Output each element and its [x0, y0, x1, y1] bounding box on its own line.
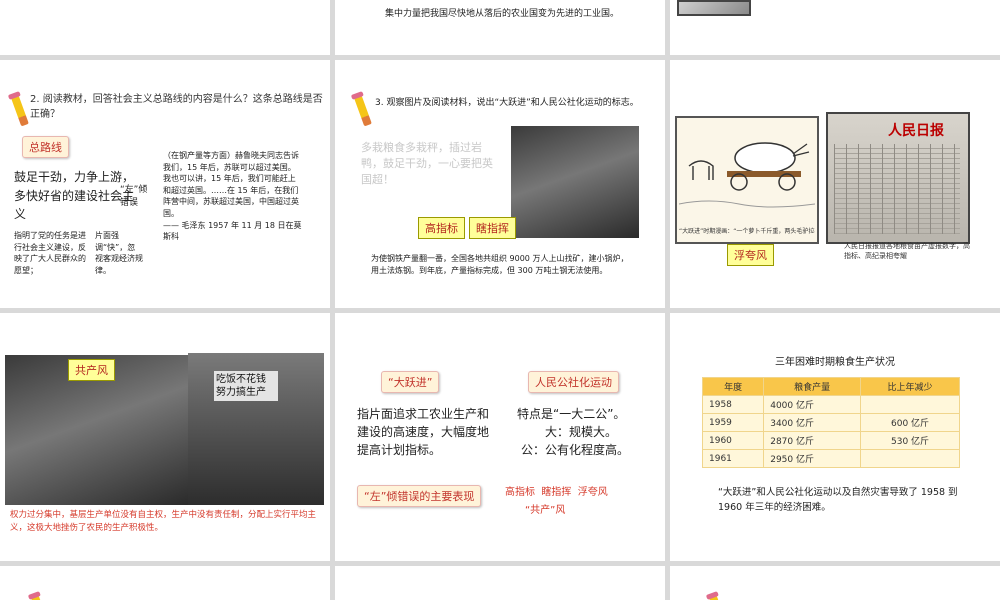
cell-decrease: 530 亿斤: [860, 431, 960, 450]
note-right: 片面强调“快”，忽视客观经济规律。: [95, 231, 143, 275]
quote-box: （在钢产量等方面）赫鲁晓夫同志告诉我们，15 年后，苏联可以超过美国。我也可以讲…: [163, 150, 303, 243]
slide-5-question: 3. 观察图片及阅读材料，说出“大跃进”和人民公社化运动的标志。: [375, 98, 639, 108]
error-label: “左”倾错误: [120, 185, 148, 209]
slide-4[interactable]: 2. 阅读教材，回答社会主义总路线的内容是什么？这条总路线是否正确？ 总路线 鼓…: [0, 60, 330, 308]
tag-exaggeration: 浮夸风: [727, 244, 774, 266]
cell-decrease: [860, 449, 960, 468]
pencil-icon: [354, 95, 372, 127]
slide-5-caption: 为使钢铁产量翻一番，全国各地共组织 9000 万人上山找矿，建小锅炉，用土法炼钢…: [371, 254, 629, 275]
slide-8[interactable]: “大跃进” 人民公社化运动 指片面追求工农业生产和建设的高速度，大幅度地提高计划…: [335, 313, 665, 561]
error-item-3: 浮夸风: [577, 487, 608, 498]
commune-features: 特点是“一大二公”。 大：规模大。 公：公有化程度高。: [517, 405, 657, 459]
error-item-2: 瞎指挥: [541, 487, 572, 498]
feature-line-1: 特点是“一大二公”。: [517, 407, 626, 421]
pencil-icon: [31, 595, 49, 600]
quote-text: （在钢产量等方面）赫鲁晓夫同志告诉我们，15 年后，苏联可以超过美国。我也可以讲…: [163, 151, 299, 218]
cartoon-radish-icon: [679, 142, 815, 208]
slide-6[interactable]: “大跃进”时期漫画：“一个萝卜千斤重，两头毛驴拉不动。” 人民日报 浮夸风 人民…: [670, 60, 1000, 308]
slide-9[interactable]: 三年困难时期粮食生产状况 年度 粮食产量 比上年减少 1958 4000 亿斤 …: [670, 313, 1000, 561]
cell-year: 1960: [701, 431, 765, 450]
cell-decrease: [860, 395, 960, 414]
slide-12[interactable]: [670, 566, 1000, 600]
error-item-1: 高指标: [505, 487, 535, 498]
cell-year: 1959: [701, 413, 765, 432]
cell-output: 3400 亿斤: [763, 413, 862, 432]
slide-4-question: 2. 阅读教材，回答社会主义总路线的内容是什么？这条总路线是否正确？: [30, 94, 323, 120]
slogan-general-line: 鼓足干劲，力争上游，多快好省的建设社会主义: [14, 170, 135, 222]
canteen-banner: 吃饭不花钱 努力搞生产: [214, 371, 278, 401]
slide-11[interactable]: [335, 566, 665, 600]
great-leap-definition: 指片面追求工农业生产和建设的高速度，大幅度地提高计划指标。: [357, 407, 490, 457]
slide-5[interactable]: 3. 观察图片及阅读材料，说出“大跃进”和人民公社化运动的标志。 多栽粮食多栽秤…: [335, 60, 665, 308]
slide-7[interactable]: 吃饭不花钱 努力搞生产 共产风 权力过分集中，基层生产单位没有自主权，生产中没有…: [0, 313, 330, 561]
error-item-4: “共产”风: [525, 505, 566, 516]
newspaper-columns: [834, 144, 960, 234]
tag-commune-wind: 共产风: [68, 359, 115, 381]
table-conclusion: “大跃进”和人民公社化运动以及自然灾害导致了 1958 到 1960 年三年的经…: [718, 487, 958, 514]
cell-year: 1958: [701, 395, 765, 414]
photo-canteen: 吃饭不花钱 努力搞生产: [188, 353, 324, 505]
slide-1[interactable]: [0, 0, 330, 55]
photo-steel-workers: [511, 126, 639, 238]
cell-decrease: 600 亿斤: [860, 413, 960, 432]
header-year: 年度: [701, 377, 765, 396]
slide-10[interactable]: [0, 566, 330, 600]
tag-general-line: 总路线: [22, 136, 69, 158]
slide-6-caption: 人民日报报道各地粮食亩产虚报数字，高指标、高纪录相夸耀: [844, 242, 970, 260]
table-row: 1958 4000 亿斤: [701, 395, 960, 414]
tag-high-target: 高指标: [418, 217, 465, 239]
slide-3[interactable]: [670, 0, 1000, 55]
newspaper-box: 人民日报: [826, 112, 970, 244]
header-decrease: 比上年减少: [860, 377, 960, 396]
slide-2-text: 集中力量把我国尽快地从落后的农业国变为先进的工业国。: [385, 9, 620, 19]
slide-2[interactable]: 集中力量把我国尽快地从落后的农业国变为先进的工业国。: [335, 0, 665, 55]
grain-table: 年度 粮食产量 比上年减少 1958 4000 亿斤 1959 3400 亿斤 …: [701, 377, 960, 468]
slogan-faded: 多栽粮食多栽秤，插过岩鸭，鼓足干劲，一心要把英国超！: [361, 141, 493, 186]
pencil-icon: [11, 95, 29, 127]
tag-blind-command: 瞎指挥: [469, 217, 516, 239]
feature-line-3: 公：公有化程度高。: [521, 443, 630, 457]
table-row: 1960 2870 亿斤 530 亿斤: [701, 431, 960, 450]
table-header-row: 年度 粮食产量 比上年减少: [701, 377, 960, 396]
table-row: 1959 3400 亿斤 600 亿斤: [701, 413, 960, 432]
errors-list: 高指标 瞎指挥 浮夸风: [505, 483, 608, 498]
tag-left-errors: “左”倾错误的主要表现: [357, 485, 482, 507]
tag-commune-movement: 人民公社化运动: [528, 371, 619, 393]
table-row: 1961 2950 亿斤: [701, 449, 960, 468]
photo-strip: [677, 0, 751, 16]
cell-output: 4000 亿斤: [763, 395, 862, 414]
cartoon-box: “大跃进”时期漫画：“一个萝卜千斤重，两头毛驴拉不动。”: [675, 116, 819, 244]
cell-year: 1961: [701, 449, 765, 468]
newspaper-title: 人民日报: [888, 123, 944, 139]
tag-great-leap: “大跃进”: [381, 371, 440, 393]
pencil-icon: [709, 595, 727, 600]
cell-output: 2870 亿斤: [763, 431, 862, 450]
cell-output: 2950 亿斤: [763, 449, 862, 468]
slide-7-caption: 权力过分集中，基层生产单位没有自主权，生产中没有责任制，分配上实行平均主义，这极…: [10, 510, 317, 533]
quote-source: —— 毛泽东 1957 年 11 月 18 日在莫斯科: [163, 220, 302, 242]
feature-line-2: 大：规模大。: [545, 425, 618, 439]
note-left: 指明了党的任务是进行社会主义建设，反映了广大人民群众的愿望；: [14, 231, 86, 275]
cartoon-caption: “大跃进”时期漫画：“一个萝卜千斤重，两头毛驴拉不动。”: [679, 228, 815, 235]
table-title: 三年困难时期粮食生产状况: [775, 357, 895, 368]
header-output: 粮食产量: [763, 377, 862, 396]
